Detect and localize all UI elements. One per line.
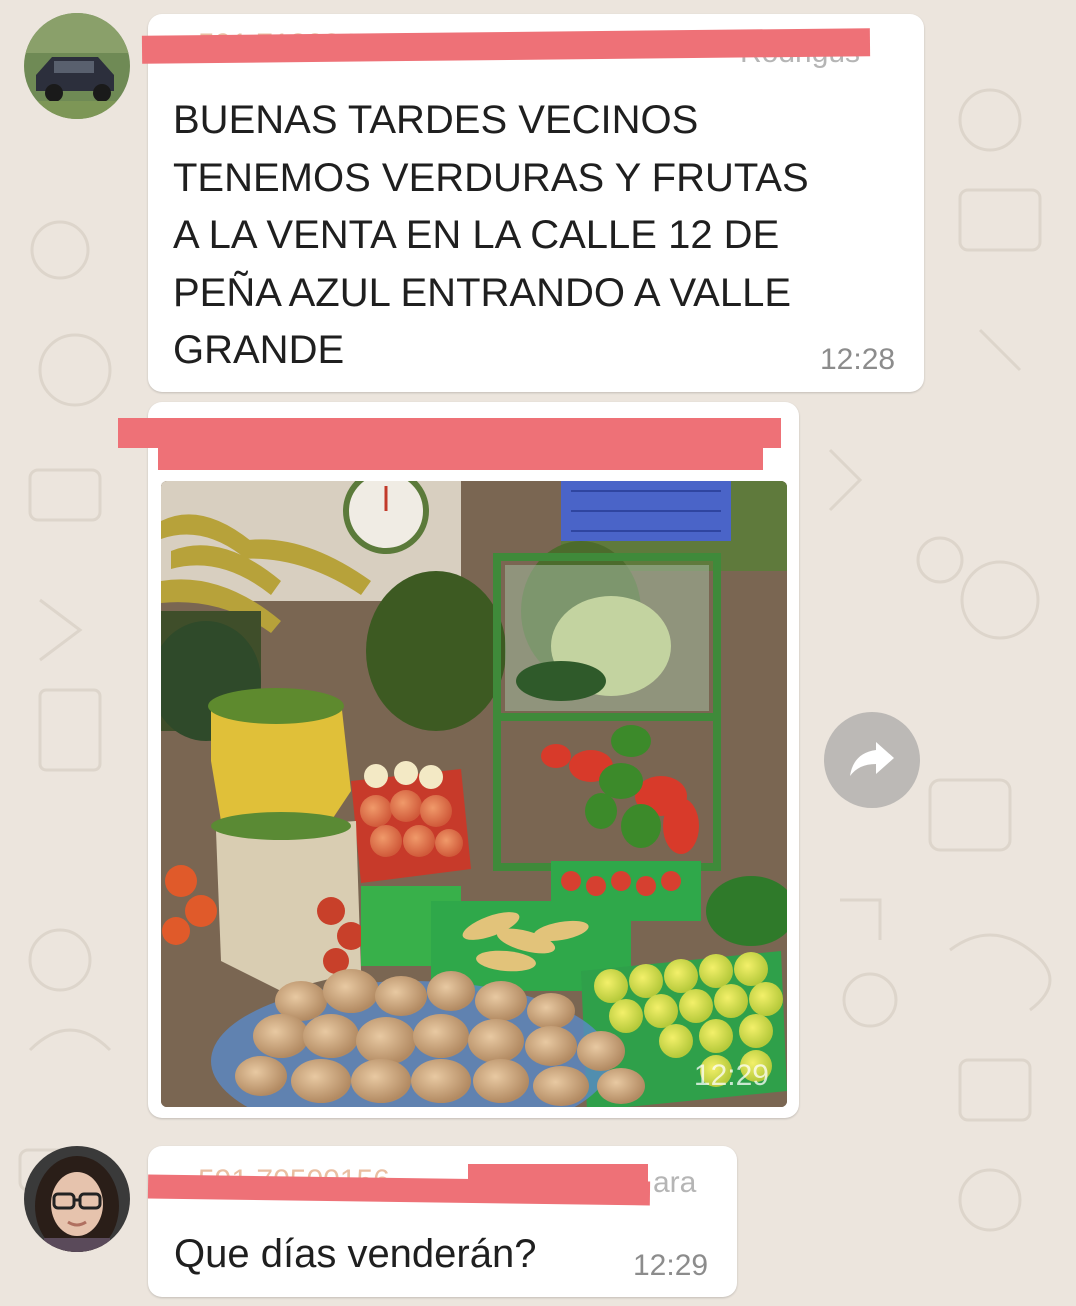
redaction-bar (158, 446, 763, 470)
message-text: BUENAS TARDES VECINOS TENEMOS VERDURAS Y… (173, 98, 809, 372)
sender-name-partial: ara (653, 1166, 697, 1199)
message-bubble-1[interactable]: 591 71322455 Rodrigus BUENAS TARDES VECI… (141, 14, 924, 392)
forward-arrow-icon (844, 730, 900, 791)
fruit-vegetable-stall-photo[interactable]: 12:29 (161, 481, 787, 1107)
message-bubble-3[interactable]: 591 70500156 ara Que días venderán? 12:2… (147, 1146, 737, 1297)
sender-avatar-woman[interactable] (24, 1146, 130, 1252)
sender-avatar-car[interactable] (24, 13, 130, 119)
message-timestamp: 12:28 (820, 343, 896, 376)
redaction-bar (118, 418, 781, 448)
image-timestamp: 12:29 (693, 1059, 769, 1092)
message-text: Que días venderán? (174, 1232, 537, 1276)
forward-button[interactable] (824, 712, 920, 808)
redaction-bar (468, 1164, 648, 1182)
message-timestamp: 12:29 (633, 1249, 709, 1282)
